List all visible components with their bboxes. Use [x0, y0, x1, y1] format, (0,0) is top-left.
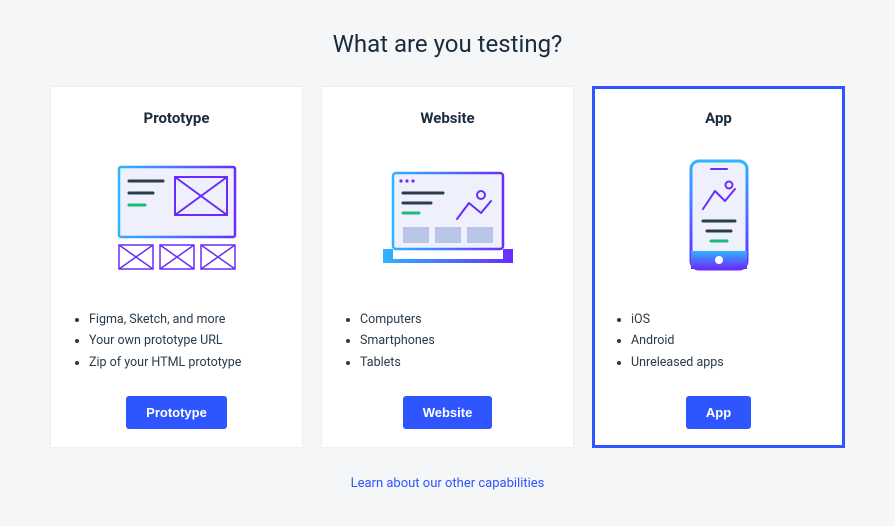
feature-item: Android — [631, 330, 824, 351]
website-button[interactable]: Website — [403, 396, 493, 429]
feature-item: Figma, Sketch, and more — [89, 309, 282, 330]
feature-item: Unreleased apps — [631, 352, 824, 373]
card-website[interactable]: Website — [321, 86, 574, 448]
card-app[interactable]: App — [592, 86, 845, 448]
feature-item: iOS — [631, 309, 824, 330]
feature-list-app: iOS Android Unreleased apps — [613, 309, 824, 373]
feature-list-prototype: Figma, Sketch, and more Your own prototy… — [71, 309, 282, 373]
prototype-button[interactable]: Prototype — [126, 396, 227, 429]
prototype-illustration-icon — [71, 155, 282, 283]
feature-list-website: Computers Smartphones Tablets — [342, 309, 553, 373]
page-heading: What are you testing? — [50, 30, 845, 58]
card-title-app: App — [705, 109, 732, 127]
card-title-prototype: Prototype — [144, 109, 210, 127]
feature-item: Zip of your HTML prototype — [89, 352, 282, 373]
feature-item: Smartphones — [360, 330, 553, 351]
card-prototype[interactable]: Prototype — [50, 86, 303, 448]
app-button[interactable]: App — [686, 396, 751, 429]
feature-item: Your own prototype URL — [89, 330, 282, 351]
card-title-website: Website — [420, 109, 474, 127]
app-illustration-icon — [613, 155, 824, 283]
website-illustration-icon — [342, 155, 553, 283]
card-row: Prototype — [50, 86, 845, 448]
feature-item: Computers — [360, 309, 553, 330]
other-capabilities-link[interactable]: Learn about our other capabilities — [351, 476, 545, 491]
feature-item: Tablets — [360, 352, 553, 373]
